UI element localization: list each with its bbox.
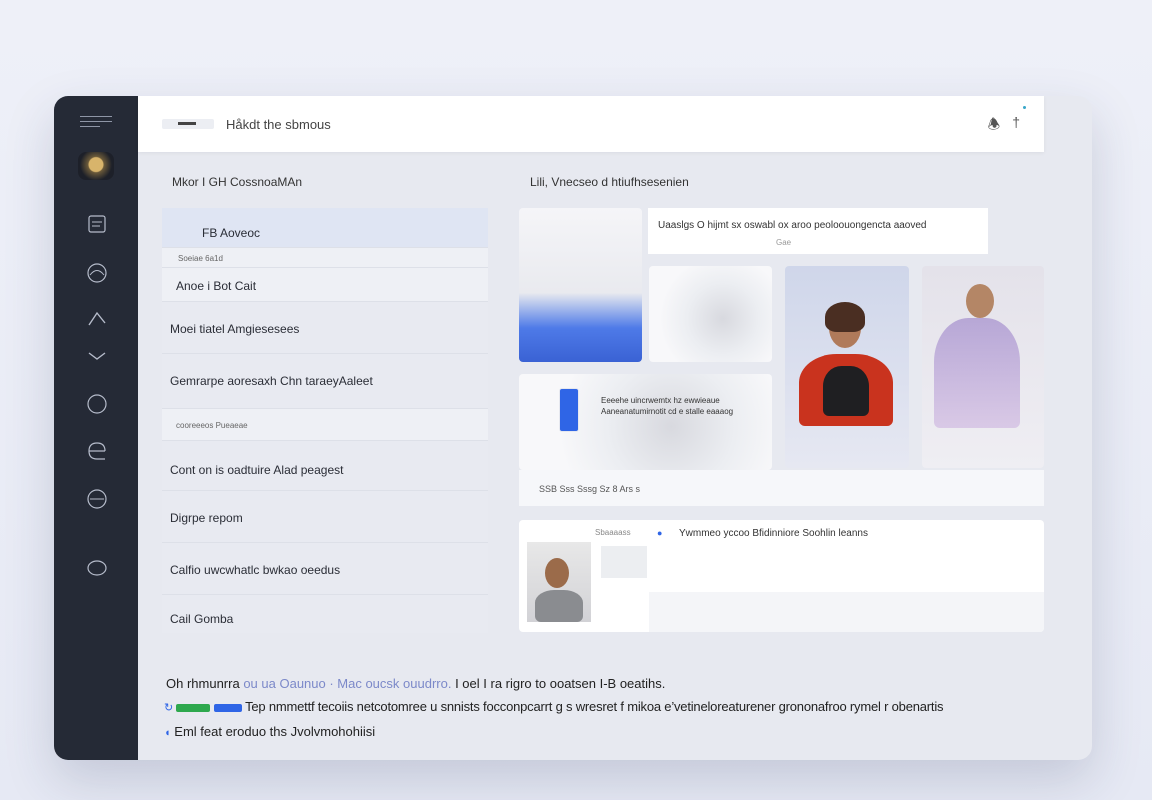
media-footer: SSB Sss Sssg Sz 8 Ars s — [519, 470, 1044, 506]
footer-link[interactable]: ou ua Oaunuo · Mac oucsk ouudrro. — [243, 676, 451, 691]
document-icon[interactable] — [86, 213, 108, 235]
back-button[interactable] — [162, 119, 214, 129]
e-circle-icon[interactable] — [86, 488, 108, 510]
circle-icon[interactable] — [86, 393, 108, 415]
status-chip-blue — [213, 703, 242, 712]
list-item[interactable]: Calfio uwcwhatlc bwkao oeedus — [162, 543, 488, 595]
list-item[interactable]: Anoe i Bot Cait — [162, 268, 488, 302]
pin-icon[interactable]: † — [1012, 114, 1020, 138]
caption-bar: Uaaslgs O hijmt sx oswabl ox aroo peoloo… — [648, 208, 988, 254]
menu-icon[interactable] — [80, 116, 112, 131]
list-item[interactable]: Digrpe repom — [162, 491, 488, 543]
device-card[interactable]: Eeeehe uincrwemtx hz ewwieaue Aaneanatum… — [519, 374, 772, 470]
globe-icon[interactable] — [86, 262, 108, 284]
sidebar — [54, 96, 138, 760]
ring-icon[interactable] — [86, 556, 108, 578]
list-item[interactable]: Gemrarpe aoresaxh Chn taraeyAaleet — [162, 354, 488, 409]
person-photo[interactable] — [785, 266, 909, 468]
refresh-icon[interactable]: ↻ — [164, 702, 173, 714]
media-thumbnail[interactable] — [519, 208, 642, 362]
shield-icon: ◖ — [164, 727, 171, 739]
list-item[interactable]: Cail Gomba — [162, 595, 488, 633]
app-window: Håkdt the sbmous 🕭 † Mkor I GH CossnoaMA… — [54, 96, 1092, 760]
media-thumbnail[interactable] — [649, 266, 772, 362]
status-chip-green — [176, 703, 211, 712]
list-item[interactable]: FB Aoveoc — [162, 208, 488, 248]
link-icon[interactable]: ● — [657, 528, 662, 538]
bell-icon[interactable]: 🕭 — [988, 114, 1001, 138]
sketch-thumbnail[interactable] — [601, 546, 647, 578]
footer-line-2: ↻ Tep nmmettf tecoiis netcotomree u snni… — [164, 699, 944, 714]
list-item-meta[interactable]: Soeiae 6a1d — [162, 248, 488, 268]
profile-card-footer — [649, 592, 1044, 632]
footer-line-1: Oh rhmunrra ou ua Oaunuo · Mac oucsk ouu… — [166, 676, 666, 691]
page-title: Håkdt the sbmous — [226, 117, 331, 132]
arrow-icon[interactable] — [86, 307, 108, 329]
chevron-down-icon[interactable] — [86, 346, 108, 368]
phone-icon — [559, 388, 579, 432]
notification-dot — [1023, 106, 1026, 109]
left-panel-title: Mkor I GH CossnoaMAn — [172, 175, 303, 189]
profile-photo[interactable] — [527, 542, 591, 622]
footer-line-3: ◖ Eml feat eroduo ths Jvolvmohohiisi — [164, 724, 376, 739]
person-photo[interactable] — [922, 266, 1044, 468]
list-item[interactable]: Cont on is oadtuire Alad peagest — [162, 441, 488, 491]
e-icon[interactable] — [86, 440, 108, 462]
avatar[interactable] — [78, 152, 114, 180]
profile-card[interactable]: Sbaaaass ● Ywmmeo yccoo Bfidinniore Sooh… — [519, 520, 1044, 632]
right-panel-title: Lili, Vnecseo d htiufhsesenien — [530, 175, 689, 189]
top-bar: Håkdt the sbmous 🕭 † — [138, 96, 1044, 152]
list-item-meta[interactable]: cooreeeos Pueaeae — [162, 409, 488, 441]
left-list: FB Aoveoc Soeiae 6a1d Anoe i Bot Cait Mo… — [162, 208, 488, 633]
list-item[interactable]: Moei tiatel Amgiesesees — [162, 302, 488, 354]
